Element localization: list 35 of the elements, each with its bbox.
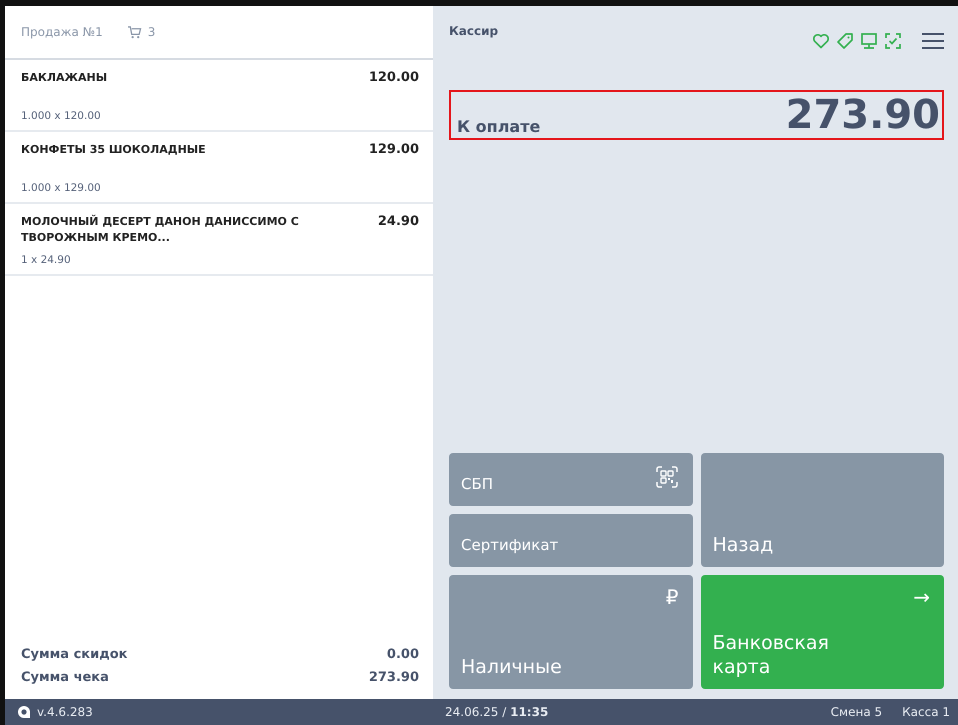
amount-due-value: 273.90 <box>786 92 940 138</box>
monitor-icon[interactable] <box>860 32 878 50</box>
total-value: 0.00 <box>386 647 419 662</box>
total-value: 273.90 <box>368 670 419 685</box>
qr-code-icon <box>654 465 678 489</box>
register-label: Касса 1 <box>902 705 950 719</box>
item-name: КОНФЕТЫ 35 ШОКОЛАДНЫЕ <box>21 142 206 158</box>
payment-button[interactable]: Назад <box>700 453 944 567</box>
item-quantity: 1.000 x 129.00 <box>21 182 102 194</box>
tag-icon[interactable] <box>836 32 854 50</box>
item-name: БАКЛАЖАНЫ <box>21 70 108 86</box>
heart-icon[interactable] <box>812 32 830 50</box>
total-label: Сумма чека <box>21 670 109 685</box>
logo-icon <box>17 705 31 719</box>
scan-check-icon[interactable] <box>884 32 902 50</box>
menu-icon[interactable] <box>922 32 944 50</box>
item-quantity: 1 x 24.90 <box>21 254 72 266</box>
cart-count: 3 <box>148 25 156 39</box>
version-label: v.4.6.283 <box>37 705 93 719</box>
shift-label: Смена 5 <box>830 705 882 719</box>
item-price: 24.90 <box>378 214 419 231</box>
date-time: 24.06.25 / 11:35 <box>444 705 550 719</box>
cashier-label: Кассир <box>449 24 498 38</box>
payment-button[interactable]: ₽ Наличные <box>449 575 692 689</box>
item-quantity: 1.000 x 120.00 <box>21 110 102 122</box>
cart-icon <box>126 26 142 38</box>
item-price: 129.00 <box>368 142 419 159</box>
item-price: 120.00 <box>368 70 419 87</box>
amount-due-label: К оплате <box>457 117 540 138</box>
item-name: МОЛОЧНЫЙ ДЕСЕРТ ДАНОН ДАНИССИМО С ТВОРОЖНЫМ КРЕМО... <box>21 214 300 246</box>
payment-button[interactable]: Сертификат <box>449 514 692 567</box>
payment-button[interactable]: → Банковская карта <box>700 575 944 689</box>
payment-button[interactable]: СБП <box>449 453 692 506</box>
sale-title: Продажа №1 <box>21 25 103 39</box>
total-label: Сумма скидок <box>21 647 128 662</box>
